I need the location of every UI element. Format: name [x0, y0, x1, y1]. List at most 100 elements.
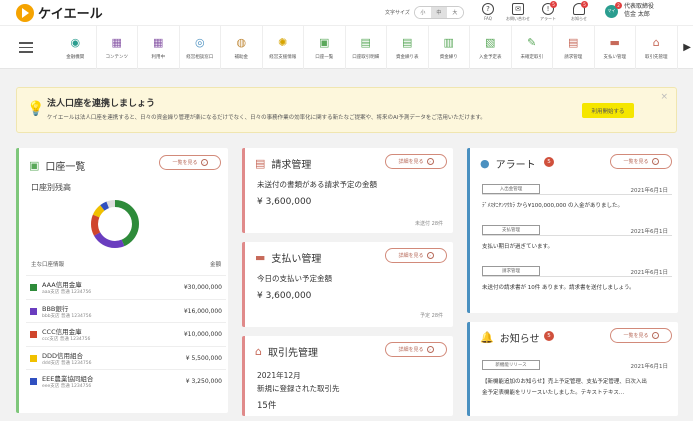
nav-item-label: 請求管理	[564, 55, 583, 60]
invoice-icon: ▤	[255, 157, 266, 170]
nav-item-usage[interactable]: ▦ 利用中	[138, 26, 180, 69]
nav-item-invoice[interactable]: ▤ 請求管理	[553, 26, 595, 69]
alert-item[interactable]: 支払管理 2021年6月1日 支払い期日が過ぎています。	[482, 225, 672, 265]
nav-item-chart[interactable]: ◍ 補助金	[221, 26, 263, 69]
nav-item-expense[interactable]: ✎ 未確定取引	[512, 26, 553, 69]
nav-item-label: 補助金	[234, 55, 249, 60]
invoice-title: ▤ 請求管理	[255, 156, 311, 171]
alert-label: アラート	[540, 16, 556, 21]
nav-item-account[interactable]: ▣ 口座一覧	[304, 26, 346, 69]
alert-text: ﾃﾞﾒｽﾀﾆﾔﾝﾜｳｶﾗ から¥100,000,000 の入金がありました。	[482, 203, 623, 209]
nav-item-label: 利用中	[151, 55, 166, 60]
account-name: DDD信用組合	[42, 351, 84, 360]
accounts-card: ▣ 口座一覧 一覧を見る › 口座別残高 主な口座情報 金額 AAA信用金庫 aa…	[16, 148, 228, 413]
close-icon[interactable]: ×	[660, 92, 668, 102]
invoice-card: ▤ 請求管理 詳細を見る › 未送付の書類がある請求予定の金額 ¥ 3,600,…	[242, 148, 453, 233]
bell-count-badge: 5	[581, 1, 588, 8]
nav-item-bulb[interactable]: ✺ 経営支援情報	[263, 26, 304, 69]
nav-item-label: 資金繰り	[439, 55, 458, 60]
app-logo[interactable]: ケイエール	[16, 3, 103, 22]
list-item[interactable]: DDD信用組合 ddd支店 普通 1234756 ¥ 5,500,000	[26, 345, 226, 370]
alert-item[interactable]: 請求管理 2021年6月1日 未送付の請求書が 10件 あります。請求書を送付しまし…	[482, 266, 672, 306]
list-item[interactable]: BBB銀行 bbb支店 普通 1234756 ¥16,000,000	[26, 298, 226, 323]
news-item[interactable]: 新機能リリース 2021年6月1日 【新機能追加のお知らせ】売上予定管理、支払予…	[482, 360, 672, 400]
nav-item-deposit[interactable]: ▧ 入金予定表	[470, 26, 512, 69]
avatar-label: マイ	[607, 8, 616, 13]
notification-label: お知らせ	[571, 16, 587, 21]
payment-detail-button[interactable]: 詳細を見る ›	[385, 248, 447, 263]
nav-item-label: 経営支援情報	[269, 55, 297, 60]
alert-text: 未送付の請求書が 10件 あります。請求書を送付しましょう。	[482, 285, 635, 291]
nav-next-arrow-icon[interactable]: ▶	[683, 42, 691, 53]
nav-item-consult[interactable]: ◎ 経営相談窓口	[180, 26, 221, 69]
nav-item-cashflow[interactable]: ▤ 資金繰り表	[387, 26, 429, 69]
accounts-view-all-button[interactable]: 一覧を見る ›	[159, 155, 221, 170]
alert-text: 支払い期日が過ぎています。	[482, 244, 553, 250]
notification-button[interactable]: 5 お知らせ	[568, 1, 590, 22]
bell-icon: 🔔	[480, 331, 494, 344]
alert-icon: ! 5	[542, 1, 557, 15]
accounts-title-text: 口座一覧	[45, 162, 86, 173]
nav-item-label: コンテンツ	[105, 55, 129, 60]
client-card: ⌂ 取引先管理 詳細を見る › 2021年12月 新規に登録された取引先 15件	[242, 336, 453, 416]
bulb-icon: ✺	[278, 35, 288, 49]
hamburger-menu-icon[interactable]	[19, 42, 33, 56]
account-sub: ddd支店 普通 1234756	[42, 360, 92, 366]
nav-item-payment[interactable]: ▬ 支払い管理	[595, 26, 636, 69]
nav-items: ◉ 金融機関 ▦ コンテンツ ▦ 利用中 ◎ 経営相談窓口 ◍ 補助金 ✺ 経営支援情報 ▣ 口座一覧 ▤ 口…	[55, 26, 678, 69]
arrow-right-icon: ›	[651, 332, 659, 339]
font-size-medium-button[interactable]: 中	[430, 7, 447, 18]
card-icon: ▬	[255, 251, 266, 264]
account-name: AAA信用金庫	[42, 281, 82, 289]
client-title-text: 取引先管理	[267, 348, 318, 359]
client-more-label: 詳細を見る	[398, 347, 424, 353]
contact-button[interactable]: ✉ お問い合わせ	[506, 3, 530, 22]
news-view-all-button[interactable]: 一覧を見る ›	[610, 328, 672, 343]
news-count-badge: 5	[544, 331, 554, 341]
nav-item-partner[interactable]: ◉ 金融機関	[55, 26, 97, 69]
account-amount: ¥30,000,000	[183, 284, 222, 291]
list-item[interactable]: CCC信用金庫 ccc支店 普通 1234756 ¥10,000,000	[26, 322, 226, 346]
nav-item-label: 口座一覧	[315, 55, 334, 60]
alert-button[interactable]: ! 5 アラート	[537, 1, 559, 22]
divider	[482, 276, 672, 277]
font-size-small-button[interactable]: 小	[414, 7, 431, 18]
account-amount: ¥ 5,500,000	[185, 354, 222, 362]
start-using-button[interactable]: 利用開始する	[582, 103, 634, 118]
alerts-view-all-button[interactable]: 一覧を見る ›	[610, 154, 672, 169]
accounts-table-header: 主な口座情報 金額	[31, 260, 221, 268]
alert-tag: 請求管理	[482, 266, 540, 276]
nav-item-statement[interactable]: ▤ 口座取引明細	[346, 26, 387, 69]
account-sub: eee支店 普通 1234756	[42, 384, 92, 389]
client-detail-button[interactable]: 詳細を見る ›	[385, 342, 447, 357]
alert-count-badge: 5	[550, 1, 557, 8]
arrow-right-icon: ›	[426, 252, 434, 259]
user-role: 代表取締役	[624, 3, 655, 10]
consult-icon: ◎	[194, 35, 205, 49]
font-size-control: 文字サイズ 小 中 大	[385, 6, 464, 19]
invoice-detail-button[interactable]: 詳細を見る ›	[385, 154, 447, 169]
arrow-right-icon: ›	[200, 159, 208, 166]
payment-icon: ▬	[609, 35, 620, 49]
nav-item-client[interactable]: ⌂ 取引先管理	[636, 26, 678, 69]
payment-title-text: 支払い管理	[271, 254, 322, 265]
nav-item-analysis[interactable]: ▥ 資金繰り	[429, 26, 470, 69]
nav-item-label: 未確定取引	[520, 55, 544, 60]
font-size-large-button[interactable]: 大	[446, 7, 463, 18]
client-icon: ⌂	[652, 35, 660, 49]
arrow-right-icon: ›	[651, 158, 659, 165]
list-item[interactable]: AAA信用金庫 aaa支店 普通 1234756 ¥30,000,000	[26, 275, 226, 299]
nav-item-label: 資金繰り表	[396, 55, 419, 60]
building-icon: ⌂	[255, 345, 262, 358]
alert-tag: 支払管理	[482, 225, 540, 235]
user-menu[interactable]: マイ 2 代表取締役 信金 太郎	[605, 1, 655, 19]
banner-title: 法人口座を連携しましょう	[47, 99, 156, 109]
accounts-title: ▣ 口座一覧	[29, 158, 85, 173]
invoice-desc: 未送付の書類がある請求予定の金額	[257, 180, 377, 189]
alert-item[interactable]: 入出金管理 2021年6月1日 ﾃﾞﾒｽﾀﾆﾔﾝﾜｳｶﾗ から¥100,000,00…	[482, 184, 672, 224]
faq-button[interactable]: ? FAQ	[477, 3, 499, 21]
nav-item-content[interactable]: ▦ コンテンツ	[97, 26, 138, 69]
logo-icon	[16, 3, 34, 22]
list-item[interactable]: EEE農業協同組合 eee支店 普通 1234756 ¥ 3,250,000	[26, 369, 226, 393]
font-size-group: 小 中 大	[413, 6, 464, 19]
